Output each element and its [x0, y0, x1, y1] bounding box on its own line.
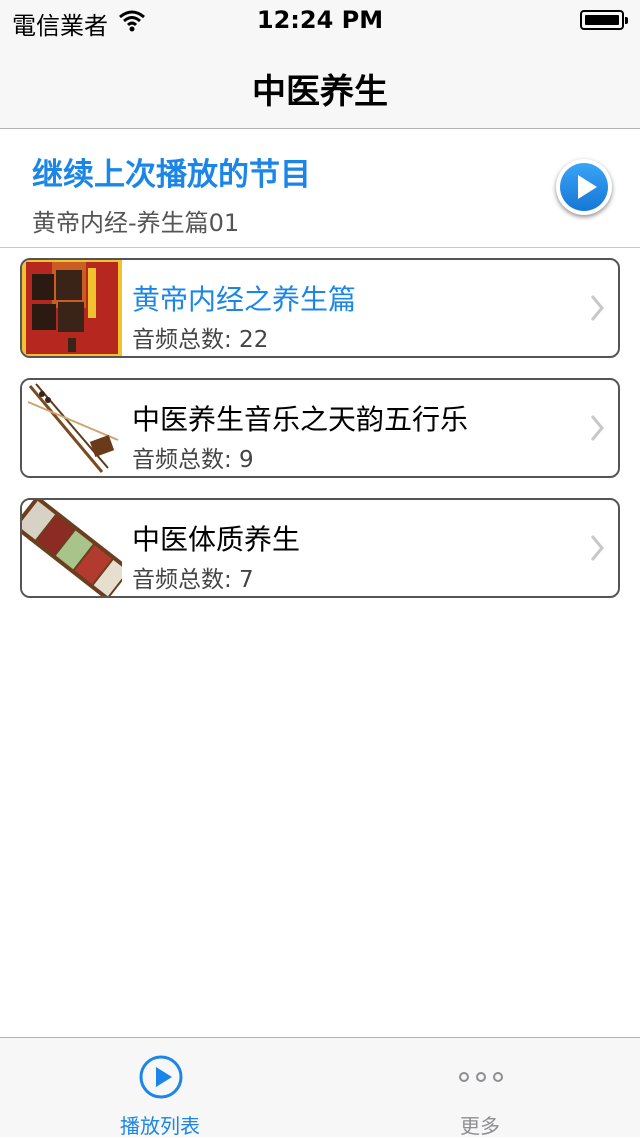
- clock-time: 12:24 PM: [256, 6, 384, 34]
- chevron-right-icon: [590, 295, 604, 321]
- program-audio-count: 音频总数: 22: [132, 327, 269, 353]
- status-bar: 電信業者 12:24 PM: [0, 0, 640, 40]
- program-audio-count: 音频总数: 7: [132, 567, 254, 593]
- resume-play-button[interactable]: [556, 159, 612, 215]
- tab-bar: 播放列表 更多: [0, 1037, 640, 1138]
- program-title: 黄帝内经之养生篇: [132, 283, 357, 316]
- page-title: 中医养生: [252, 72, 388, 112]
- chevron-right-icon: [590, 415, 604, 441]
- resume-program-name: 黄帝内经-养生篇01: [32, 209, 240, 237]
- tab-label: 更多: [460, 1114, 500, 1138]
- tab-playlist[interactable]: 播放列表: [0, 1038, 320, 1138]
- program-item-huangdi-neijing[interactable]: 黄帝内经之养生篇 音频总数: 22: [20, 258, 620, 358]
- program-item-constitution-health[interactable]: 中医体质养生 音频总数: 7: [20, 498, 620, 598]
- resume-last-program[interactable]: 继续上次播放的节目 黄帝内经-养生篇01: [0, 129, 640, 248]
- resume-heading: 继续上次播放的节目: [32, 157, 311, 193]
- play-circle-icon: [139, 1055, 183, 1099]
- book-cover-image: [22, 260, 122, 356]
- tab-label: 播放列表: [120, 1114, 200, 1138]
- program-title: 中医体质养生: [132, 523, 301, 556]
- grains-tray-image: [22, 500, 122, 596]
- tab-more[interactable]: 更多: [320, 1038, 640, 1138]
- erhu-instrument-image: [22, 380, 122, 476]
- navigation-bar: 中医养生: [0, 40, 640, 129]
- more-dots-icon: [459, 1072, 503, 1082]
- program-title: 中医养生音乐之天韵五行乐: [132, 403, 469, 436]
- chevron-right-icon: [590, 535, 604, 561]
- program-audio-count: 音频总数: 9: [132, 447, 254, 473]
- battery-icon: [580, 10, 628, 30]
- play-icon: [578, 175, 597, 199]
- program-list: 黄帝内经之养生篇 音频总数: 22 中医养生音乐之天韵五行乐 音频总数: 9 中…: [20, 258, 620, 618]
- program-item-wuxing-music[interactable]: 中医养生音乐之天韵五行乐 音频总数: 9: [20, 378, 620, 478]
